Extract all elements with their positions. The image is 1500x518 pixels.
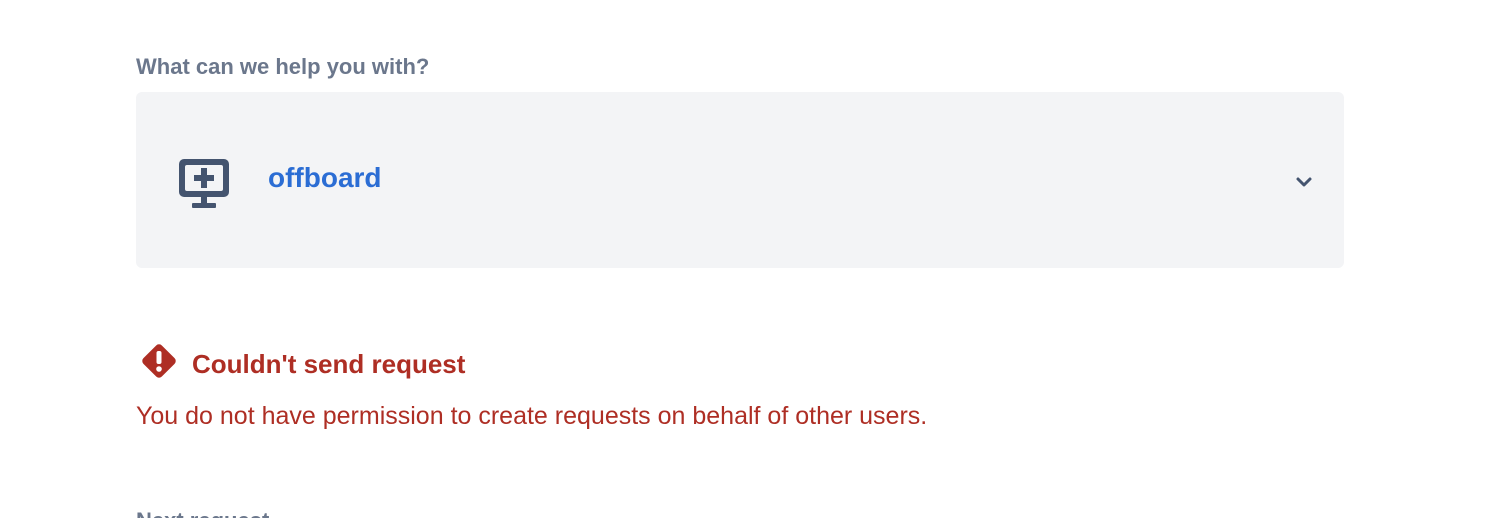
help-center-request-form: What can we help you with? offboard Coul…: [0, 0, 1500, 518]
chevron-down-icon[interactable]: [1294, 172, 1314, 192]
error-message: You do not have permission to create req…: [136, 402, 928, 430]
request-type-dropdown[interactable]: offboard: [136, 92, 1344, 268]
monitor-plus-icon: [176, 156, 232, 212]
request-type-label: What can we help you with?: [136, 54, 430, 79]
warning-diamond-icon: [140, 342, 178, 380]
error-title: Couldn't send request: [192, 349, 466, 379]
selected-request-type: offboard: [268, 162, 382, 193]
next-section-heading: Next request: [136, 508, 269, 518]
